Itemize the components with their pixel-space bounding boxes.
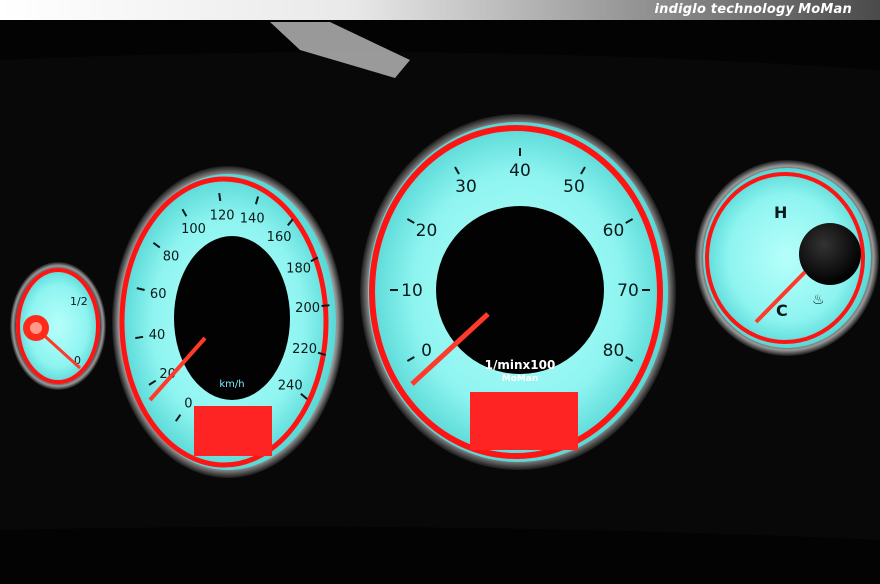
instrument-cluster: 1/2 0 020406080100120 140160180200220240 … <box>0 22 880 540</box>
speed-tick-label: 240 <box>278 378 303 393</box>
tach-tick-label: 40 <box>509 161 531 181</box>
speed-tick-label: 160 <box>267 230 292 245</box>
reset-knob <box>799 223 861 285</box>
tach-tick-label: 70 <box>617 281 639 301</box>
fuel-gauge: 1/2 0 <box>10 262 106 390</box>
speed-unit-label: km/h <box>219 379 244 390</box>
tach-unit-label: 1/minx100 <box>485 358 556 372</box>
tach-brand-label: MoMan <box>502 374 539 384</box>
speed-tick-label: 100 <box>181 222 206 237</box>
speed-tick-label: 220 <box>292 342 317 357</box>
speed-tick-label: 0 <box>184 397 192 412</box>
tach-tick-label: 10 <box>401 281 423 301</box>
dashboard-photo: indiglo technology MoMan 1/2 0 0 20 40 6… <box>0 0 880 584</box>
temperature-gauge: H C ♨ <box>695 160 879 356</box>
speed-tick-label: 120 <box>210 208 235 223</box>
speed-tick-label: 40 <box>149 328 166 343</box>
temp-high-label: H <box>774 203 787 222</box>
odometer-display <box>194 406 272 456</box>
tach-tick-label: 20 <box>416 221 438 241</box>
tach-tick-label: 80 <box>603 341 625 361</box>
temp-low-label: C <box>776 301 788 320</box>
speedometer-center <box>174 236 290 400</box>
tach-tick-label: 50 <box>563 177 585 197</box>
speed-tick-mark <box>218 192 222 202</box>
coolant-icon: ♨ <box>812 292 825 308</box>
tach-tick-label: 60 <box>603 221 625 241</box>
speed-tick-label: 140 <box>240 211 265 226</box>
speed-tick-label: 200 <box>295 301 320 316</box>
tachometer-center <box>436 206 604 374</box>
speed-tick-mark <box>321 304 330 307</box>
speed-tick-label: 80 <box>163 249 180 264</box>
speed-tick-label: 180 <box>286 262 311 277</box>
speedometer: 020406080100120 140160180200220240 km/h <box>112 166 344 478</box>
speed-tick-mark <box>135 335 144 340</box>
fuel-tick-half: 1/2 <box>70 295 88 308</box>
speed-tick-label: 60 <box>150 287 167 302</box>
tach-display <box>470 392 578 450</box>
tachometer: 0 10 20 30 40 50 60 70 80 1/minx100 MoMan <box>360 114 676 470</box>
tach-tick-label: 30 <box>455 177 477 197</box>
tach-tick-label: 0 <box>421 341 432 361</box>
